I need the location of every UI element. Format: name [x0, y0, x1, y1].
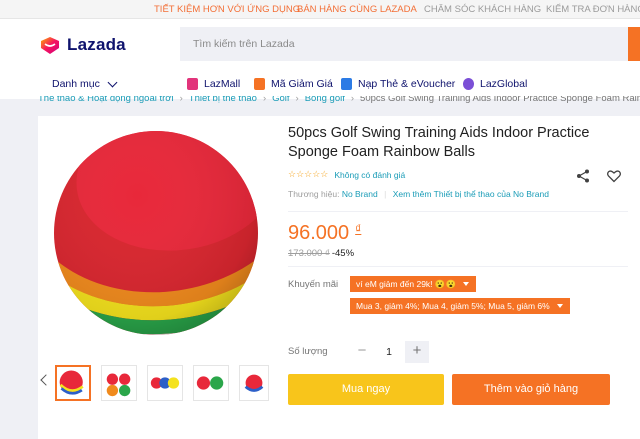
quantity-increase-button[interactable]: + [405, 341, 429, 363]
thumbnail-4[interactable] [193, 365, 229, 401]
promo-tag-bundle[interactable]: Mua 3, giảm 4%; Mua 4, giảm 5%; Mua 5, g… [350, 298, 570, 314]
breadcrumb-item[interactable]: Thiết bị thể thao [189, 96, 257, 104]
brand-more-link[interactable]: Xem thêm Thiết bị thể thao của No Brand [393, 189, 549, 199]
lazglobal-icon [463, 78, 474, 90]
nav-voucher-label: Mã Giảm Giá [271, 78, 333, 90]
lazada-heart-icon [41, 37, 59, 54]
rating-row: ☆☆☆☆☆ Không có đánh giá [288, 169, 405, 180]
product-title: 50pcs Golf Swing Training Aids Indoor Pr… [288, 125, 590, 160]
discount-percent: -45% [331, 248, 355, 259]
chevron-down-icon [107, 77, 118, 87]
price-value: 96.000 [288, 222, 350, 244]
search-button[interactable] [628, 27, 640, 61]
header: Lazada Danh mục LazMall Mã Giảm Giá Nạp … [0, 19, 640, 99]
logo-text: Lazada [67, 35, 126, 54]
promo-tag-voucher[interactable]: ví eM giảm đến 29k! 😮😮 [350, 276, 477, 292]
thumbnail-5[interactable] [239, 365, 269, 401]
topbar-link-app[interactable]: TIẾT KIỆM HƠN VỚI ỨNG DỤNG [154, 4, 300, 15]
promo-tag-voucher-text: ví eM giảm đến 29k! 😮😮 [356, 279, 457, 289]
breadcrumb-item[interactable]: Bóng golf [305, 96, 345, 104]
dropdown-icon [556, 304, 563, 308]
thumbnail-3[interactable] [147, 365, 183, 401]
brand-label: Thương hiệu: [288, 189, 340, 199]
breadcrumb-item[interactable]: Thể thao & Hoạt động ngoài trời [38, 96, 174, 104]
currency-symbol: ₫ [355, 222, 362, 236]
category-label: Danh mục [52, 78, 100, 90]
voucher-icon [254, 78, 265, 90]
heart-icon[interactable] [606, 168, 622, 184]
nav-topup-label: Nạp Thẻ & eVoucher [358, 78, 456, 90]
thumbnail-1[interactable] [55, 365, 91, 401]
price: 96.000 ₫ [288, 222, 361, 245]
add-to-cart-button[interactable]: Thêm vào giỏ hàng [452, 374, 610, 405]
lazada-logo[interactable]: Lazada [38, 35, 126, 55]
old-price-row: 173.000 ₫ -45% [288, 248, 354, 259]
rating-link[interactable]: Không có đánh giá [334, 170, 405, 180]
divider [288, 266, 628, 267]
breadcrumb-item[interactable]: Golf [272, 96, 289, 104]
buy-now-button[interactable]: Mua ngay [288, 374, 444, 405]
topbar-link-support[interactable]: CHĂM SÓC KHÁCH HÀNG [424, 4, 541, 15]
rating-stars: ☆☆☆☆☆ [288, 169, 329, 179]
nav-topup[interactable]: Nạp Thẻ & eVoucher [341, 78, 455, 90]
nav-lazmall-label: LazMall [204, 78, 241, 90]
nav-lazmall[interactable]: LazMall [187, 78, 240, 90]
divider [288, 211, 628, 212]
quantity-decrease-button[interactable]: − [350, 341, 374, 363]
category-menu[interactable]: Danh mục [52, 77, 118, 90]
old-price: 173.000 ₫ [288, 248, 330, 259]
quantity-label: Số lượng [288, 346, 328, 357]
nav-lazglobal-label: LazGlobal [480, 78, 528, 90]
topup-icon [341, 78, 352, 90]
search-input[interactable] [180, 27, 628, 61]
brand-row: Thương hiệu: No Brand | Xem thêm Thiết b… [288, 189, 549, 199]
nav-voucher[interactable]: Mã Giảm Giá [254, 78, 333, 90]
product-main-image[interactable] [52, 120, 276, 356]
quantity-input[interactable]: 1 [374, 341, 404, 363]
search-bar [180, 27, 640, 61]
thumbnail-2[interactable] [101, 365, 137, 401]
topbar-link-sell[interactable]: BÁN HÀNG CÙNG LAZADA [297, 4, 417, 15]
nav-lazglobal[interactable]: LazGlobal [463, 78, 527, 90]
breadcrumb: Thể thao & Hoạt động ngoài trời › Thiết bị… [38, 96, 640, 106]
brand-link[interactable]: No Brand [342, 189, 378, 199]
promo-label: Khuyến mãi [288, 279, 339, 290]
promo-tag-bundle-text: Mua 3, giảm 4%; Mua 4, giảm 5%; Mua 5, g… [356, 301, 550, 311]
topbar-link-track-order[interactable]: KIỂM TRA ĐƠN HÀNG [546, 4, 640, 15]
breadcrumb-current: 50pcs Golf Swing Training Aids Indoor Pr… [360, 96, 640, 104]
lazmall-icon [187, 78, 198, 90]
dropdown-icon [463, 282, 470, 286]
share-icon[interactable] [575, 168, 591, 184]
top-bar: TIẾT KIỆM HƠN VỚI ỨNG DỤNG BÁN HÀNG CÙNG… [0, 0, 640, 19]
